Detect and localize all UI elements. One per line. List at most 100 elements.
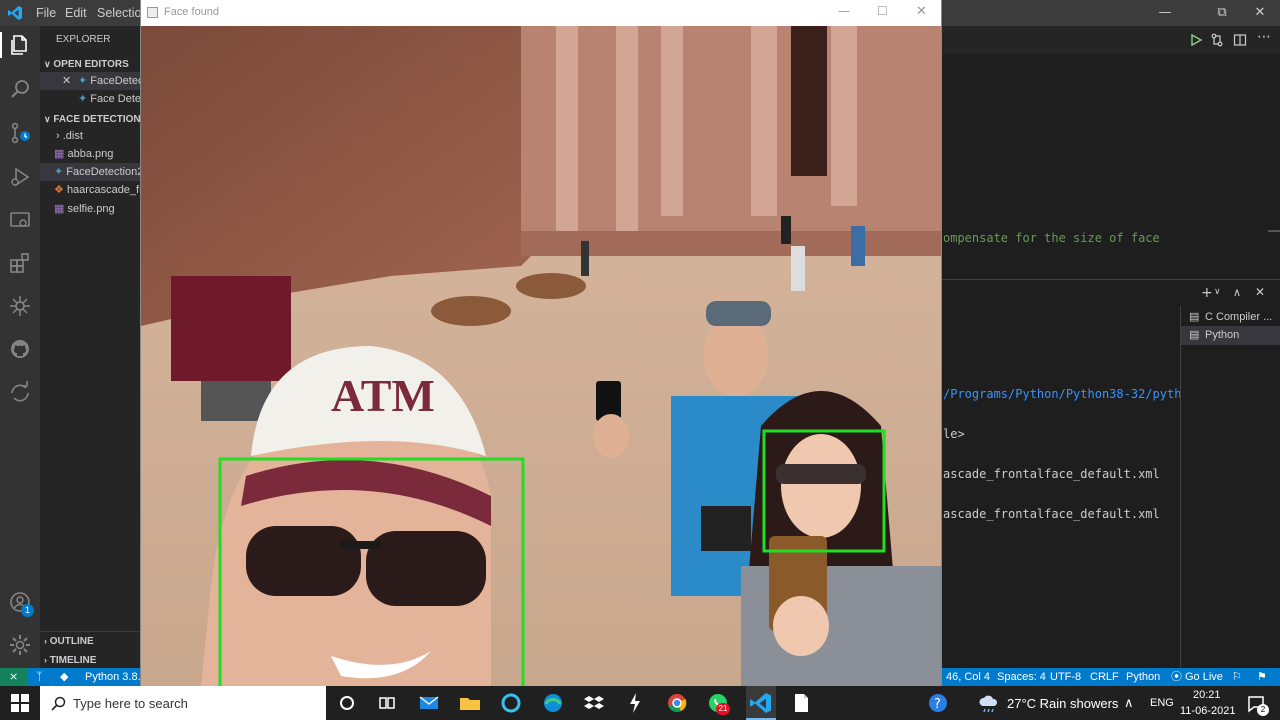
open-editors-header[interactable]: ∨ OPEN EDITORS [44,54,141,74]
terminal-icon: ▤ [1189,329,1200,341]
terminal-label: Python [1205,329,1240,341]
notepad-icon[interactable] [788,690,814,716]
cap-logo: ATM [331,370,435,421]
tree-item-abba[interactable]: ▦ abba.png [54,145,113,163]
folder-header[interactable]: ∨ FACE DETECTION 2... [44,109,141,129]
tree-item-selfie[interactable]: ▦ selfie.png [54,200,115,218]
search-placeholder: Type here to search [73,696,188,711]
close-editor-icon[interactable]: ✕ [62,72,71,90]
remote-icon: ⨯ [9,671,19,683]
compare-icon[interactable] [1210,33,1224,47]
show-hidden-icons-icon[interactable]: ∧ [1124,695,1134,711]
vscode-taskbar-icon[interactable] [748,690,774,716]
python-version[interactable]: Python 3.8.5 [85,668,147,686]
source-control-icon[interactable] [8,121,32,145]
outline-header[interactable]: › OUTLINE [44,631,141,651]
whatsapp-badge: 21 [716,703,730,715]
timeline-title: TIMELINE [49,655,97,666]
edge-icon[interactable] [540,690,566,716]
branch-icon[interactable]: ᛉ [36,668,43,686]
explorer-sidebar: EXPLORER ∨ OPEN EDITORS ✕ ✦ FaceDetec ✦ … [40,26,141,668]
terminal-list: ▤ C Compiler ... ▤ Python [1180,306,1280,668]
menu-edit[interactable]: Edit [65,6,87,20]
help-icon[interactable]: ? [925,690,951,716]
face-window-close-icon[interactable]: ✕ [916,4,927,19]
live-share-icon[interactable] [8,381,32,405]
explorer-icon[interactable] [8,33,32,57]
new-terminal-icon[interactable]: + [1201,285,1213,301]
python-file-icon: ✦ [78,75,88,87]
outline-title: OUTLINE [49,636,94,647]
terminal-item-python[interactable]: ▤ Python [1181,326,1280,345]
dropbox-icon[interactable] [581,690,607,716]
chevron-down-icon[interactable]: ∨ [1214,287,1221,297]
open-editor-item[interactable]: ✦ Face Dete [78,90,141,108]
language-mode[interactable]: Python [1126,668,1160,686]
windows-start-icon[interactable] [11,694,29,712]
face-window-minimize-icon[interactable]: — [838,4,850,18]
search-icon [51,696,66,711]
go-live-button[interactable]: Go Live [1185,668,1223,686]
taskbar-search-box[interactable]: Type here to search [40,686,326,720]
xml-file-icon: ❖ [54,184,64,196]
face-window-maximize-icon[interactable]: ☐ [877,4,888,18]
broadcast-icon: ⦿ [1171,671,1182,683]
active-indicator [0,32,2,58]
line-ending[interactable]: CRLF [1090,668,1119,686]
chrome-icon[interactable] [664,690,690,716]
remote-explorer-icon[interactable] [8,208,32,232]
app-bolt-icon[interactable] [622,690,648,716]
more-actions-icon[interactable]: ⋯ [1257,29,1271,45]
timeline-header[interactable]: › TIMELINE [44,650,141,668]
settings-gear-icon[interactable] [8,633,32,657]
cursor-position[interactable]: 46, Col 4 [946,668,990,686]
extensions-icon[interactable] [8,251,32,275]
clock-time[interactable]: 20:21 [1193,689,1221,701]
language-indicator[interactable]: ENG [1150,697,1174,709]
terminal-item-c-compiler[interactable]: ▤ C Compiler ... [1181,308,1280,327]
image-file-icon: ▦ [54,203,65,215]
terminal-line: ascade_frontalface_default.xml [943,467,1160,481]
selfie-photo: ATM [141,26,941,686]
tree-item-facedetection[interactable]: ✦ FaceDetection2... [54,163,141,181]
search-icon[interactable] [8,77,32,101]
python-file-icon: ✦ [78,93,88,105]
terminal-line: /Programs/Python/Python38-32/python. [943,387,1204,401]
tree-item-label: FaceDetection2... [66,166,141,178]
close-icon[interactable]: ✕ [1237,0,1280,26]
maximize-panel-icon[interactable]: ∧ [1233,286,1241,299]
tree-item-label: selfie.png [67,203,115,215]
cortana-ring-icon[interactable] [498,690,524,716]
feedback-icon[interactable]: ⚐ [1232,668,1242,686]
tree-item-label: haarcascade_fr... [66,184,141,196]
encoding[interactable]: UTF-8 [1050,668,1081,686]
open-editors-title: OPEN EDITORS [53,59,129,70]
tree-item-dist[interactable]: › .dist [56,127,83,145]
mail-icon[interactable] [416,690,442,716]
remote-indicator[interactable]: ⨯ [0,668,28,686]
face-found-titlebar[interactable]: Face found — ☐ ✕ [141,0,941,26]
vscode-logo-icon [8,6,22,20]
folder-title: FACE DETECTION 2... [53,114,141,125]
code-comment: ompensate for the size of face [943,231,1160,245]
run-debug-icon[interactable] [8,165,32,189]
task-view-icon[interactable] [374,690,400,716]
open-editor-item[interactable]: ✦ FaceDetec [78,72,141,90]
clock-date[interactable]: 11-06-2021 [1180,705,1235,717]
cortana-icon[interactable] [334,690,360,716]
menu-file[interactable]: File [36,6,56,20]
indentation[interactable]: Spaces: 4 [997,668,1046,686]
face-window-title: Face found [164,6,220,18]
run-icon[interactable] [1189,33,1203,47]
kubernetes-icon[interactable] [8,294,32,318]
terminal-icon: ▤ [1189,311,1200,323]
split-editor-icon[interactable] [1233,33,1247,47]
github-icon[interactable] [8,337,32,361]
file-explorer-icon[interactable] [457,690,483,716]
weather-text[interactable]: 27°C Rain showers [1007,696,1118,711]
close-panel-icon[interactable]: ✕ [1255,285,1265,299]
minimize-icon[interactable]: — [1142,0,1188,26]
scrollbar-marker [1268,230,1280,232]
tree-item-haarcascade[interactable]: ❖ haarcascade_fr... [54,181,141,199]
notifications-bell-icon[interactable]: ⚑ [1257,668,1267,686]
